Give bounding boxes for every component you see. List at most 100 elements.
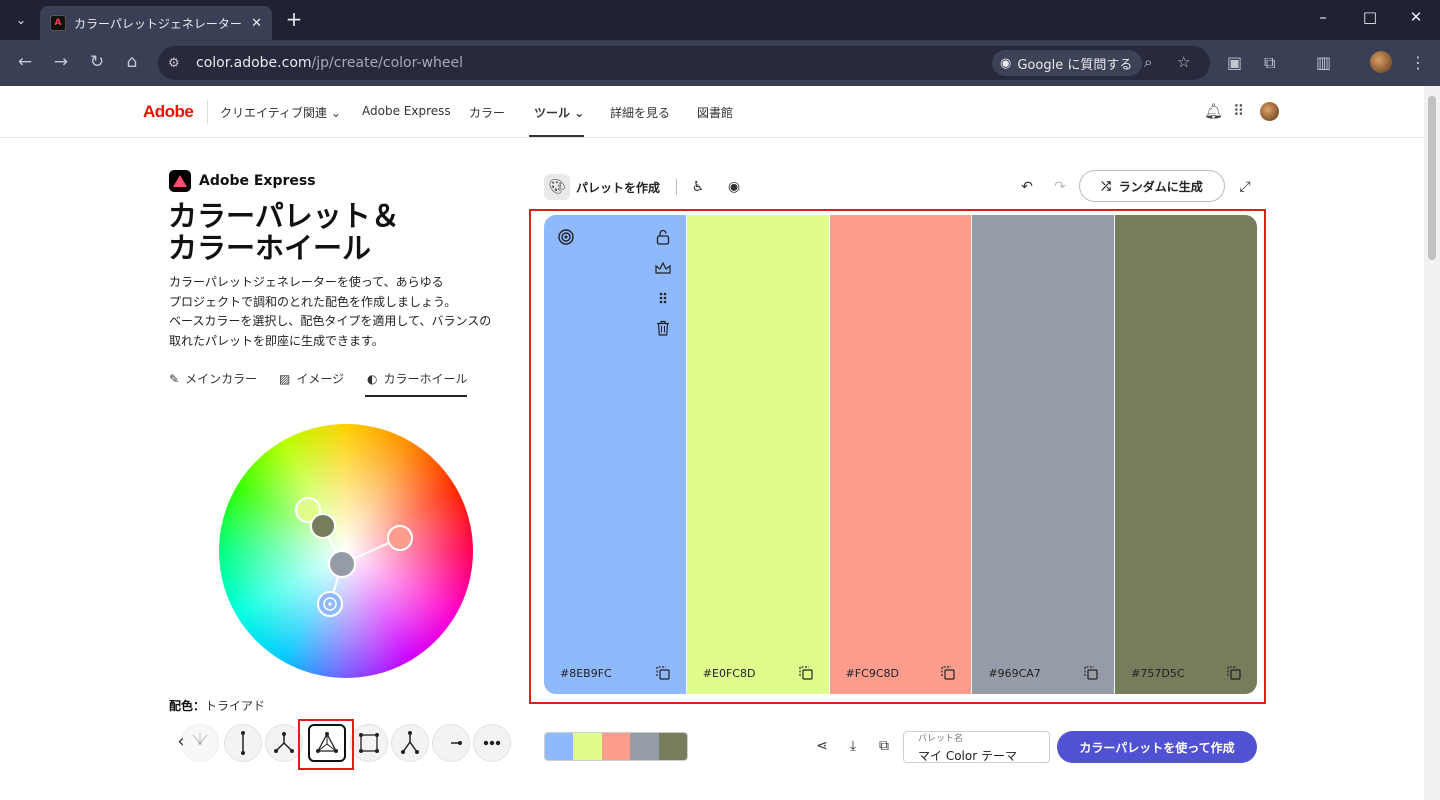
palette-name-field[interactable]: パレット名 [903,731,1050,763]
copy-palette-icon[interactable]: ⧉ [875,738,893,756]
scrollbar-thumb[interactable] [1428,96,1436,260]
harmony-triad-button[interactable] [308,724,346,762]
nav-adobe-express[interactable]: Adobe Express [362,104,451,118]
nav-explore[interactable]: 詳細を見る [610,104,670,121]
zoom-icon[interactable]: ⌕ [1144,53,1152,71]
create-palette-label[interactable]: パレットを作成 [576,179,660,196]
create-with-palette-button[interactable]: カラーパレットを使って作成 [1057,731,1257,763]
complementary-icon [241,731,245,755]
site-header: Adobe クリエイティブ関連 ⌄ Adobe Express カラー ツール … [0,86,1424,138]
browser-tab[interactable]: A カラーパレットジェネレーター：カラーホ ✕ [40,6,272,40]
copy-icon[interactable] [1227,666,1241,680]
tab-main-color[interactable]: ✎ メインカラー [169,370,257,387]
mini-palette-preview[interactable] [544,732,688,761]
color-wheel-handles[interactable] [219,424,473,678]
swatch-1[interactable]: #8EB9FC [544,215,687,694]
minimize-icon[interactable]: – [1308,8,1338,26]
copy-icon[interactable] [1084,666,1098,680]
active-tab-underline [365,395,467,397]
tab-search-chevron-icon[interactable]: ⌄ [8,8,34,32]
palette-icon[interactable]: 🎨︎ [544,174,570,200]
description-line: カラーパレットジェネレーターを使って、あらゆる [169,275,444,289]
swatch-2[interactable]: #E0FC8D [686,215,830,694]
back-icon[interactable]: ← [14,52,36,72]
undo-icon[interactable]: ↶ [1014,174,1040,200]
home-icon[interactable]: ⌂ [121,52,143,72]
harmony-shades-button[interactable] [432,724,470,762]
trash-icon[interactable] [654,319,672,337]
triad-icon [316,732,338,753]
color-wheel-icon: ◐ [367,371,378,386]
reading-mode-icon[interactable]: ▥ [1316,53,1331,72]
swatch-3[interactable]: #FC9C8D [829,215,973,694]
address-bar[interactable]: ⚙ color.adobe.com/jp/create/color-wheel … [158,46,1210,80]
expand-icon[interactable]: ⤢ [1232,174,1258,200]
more-dots-icon [483,740,501,746]
header-divider [207,100,208,124]
nav-color[interactable]: カラー [469,104,505,121]
new-tab-icon[interactable]: + [282,8,306,32]
google-ask-button[interactable]: ◉ Google に質問する [992,50,1143,76]
tab-label: イメージ [296,372,345,386]
redo-icon[interactable]: ↷ [1047,174,1073,200]
harmony-label: 配色：トライアド [169,697,265,714]
mini-swatch [573,733,602,760]
adobe-logo[interactable]: Adobe [143,102,194,122]
description-line: プロジェクトで調和のとれた配色を作成しましょう。 [169,294,457,309]
extensions-icon[interactable]: ⧉ [1264,53,1275,73]
nav-active-indicator [529,135,584,137]
harmony-complementary-button[interactable] [224,724,262,762]
share-icon[interactable]: ⋖ [813,738,831,756]
nav-creative[interactable]: クリエイティブ関連 ⌄ [220,104,341,121]
maximize-icon[interactable]: □ [1355,8,1385,26]
palette-swatches: #8EB9FC #E0FC8D #FC9C8D #969CA7 #757D5C [544,215,1257,694]
cast-icon[interactable]: ▣ [1227,53,1242,72]
copy-icon[interactable] [941,666,955,680]
palette-name-input[interactable] [918,748,1038,763]
eye-icon[interactable]: ◉ [721,174,747,200]
download-icon[interactable]: ⤓ [844,738,862,756]
tab-close-icon[interactable]: ✕ [251,16,262,31]
random-generate-button[interactable]: ⤮ ランダムに生成 [1079,170,1225,202]
wheel-handle-salmon [387,525,413,551]
url-text: color.adobe.com/jp/create/color-wheel [196,55,463,71]
browser-tab-strip: ⌄ A カラーパレットジェネレーター：カラーホ ✕ + – □ ✕ [0,0,1440,40]
bookmark-star-icon[interactable]: ☆ [1177,53,1190,71]
site-info-icon[interactable]: ⚙ [168,56,188,71]
set-base-crown-icon[interactable] [654,259,672,277]
copy-icon[interactable] [798,666,813,680]
accessibility-icon[interactable]: ♿︎ [685,174,711,200]
page-title-line1: カラーパレット＆ [168,199,400,233]
mini-swatch [601,733,631,760]
harmony-scroll-left-icon[interactable]: ‹ [169,731,193,755]
bell-icon[interactable]: 🔔︎ [1204,102,1223,120]
page-title-line2: カラーホイール [168,231,372,265]
swatch-5[interactable]: #757D5C [1115,215,1257,694]
drag-handle-icon[interactable] [654,289,672,307]
harmony-more-button[interactable] [473,724,511,762]
user-avatar[interactable] [1260,102,1279,121]
nav-library[interactable]: 図書館 [697,104,733,121]
wheel-handle-gray [328,550,356,578]
tab-color-wheel[interactable]: ◐ カラーホイール [367,370,468,387]
tab-image[interactable]: ▨ イメージ [279,370,344,387]
page-description: カラーパレットジェネレーターを使って、あらゆる プロジェクトで調和のとれた配色を… [169,273,529,351]
forward-icon[interactable]: → [50,52,72,72]
harmony-split-complementary-button[interactable] [265,724,303,762]
nav-tools[interactable]: ツール ⌄ [534,104,584,121]
palette-toolbar: 🎨︎ パレットを作成 ♿︎ ◉ ↶ ↷ ⤮ ランダムに生成 ⤢ [544,170,1258,202]
unlock-icon[interactable] [654,228,672,246]
harmony-compound-button[interactable] [391,724,429,762]
base-color-target-icon[interactable] [557,228,575,246]
reload-icon[interactable]: ↻ [86,52,108,72]
harmony-square-button[interactable] [350,724,388,762]
swatch-4[interactable]: #969CA7 [972,215,1116,694]
copy-icon[interactable] [656,666,670,680]
profile-avatar[interactable] [1370,51,1392,73]
more-menu-icon[interactable]: ⋮ [1410,53,1426,72]
close-window-icon[interactable]: ✕ [1401,8,1431,26]
shades-icon [451,741,462,745]
apps-grid-icon[interactable]: ⠿ [1233,102,1244,120]
description-line: ベースカラーを選択し、配色タイプを適用して、バランスの [169,314,492,328]
swatch-hex: #969CA7 [988,667,1041,680]
